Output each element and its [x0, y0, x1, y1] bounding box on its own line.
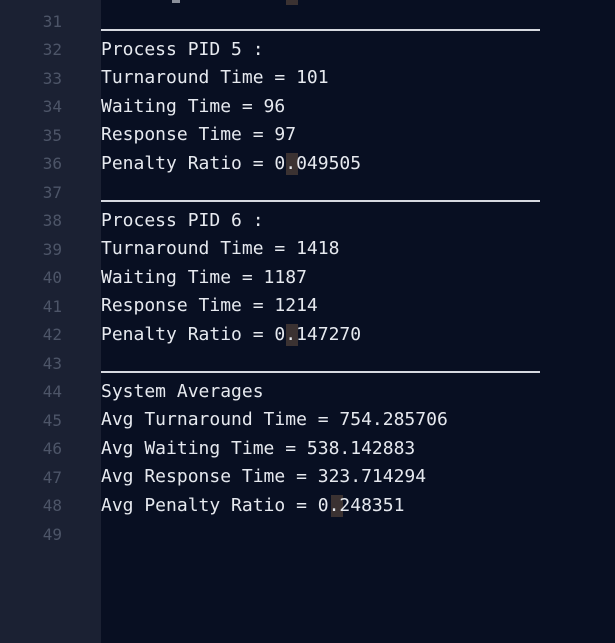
clipped-text-fragment: [172, 0, 180, 3]
separator-line: [101, 29, 540, 31]
code-line-pid6-penalty: Penalty Ratio = 0.147270: [101, 324, 362, 345]
code-line-averages-header: System Averages: [101, 381, 264, 402]
text-editor[interactable]: 31 32 33 34 35 36 37 38 39 40 41 42 43 4…: [0, 0, 615, 643]
line-number: 47: [42, 468, 62, 487]
line-number: 34: [42, 97, 62, 116]
code-line-avg-response: Avg Response Time = 323.714294: [101, 466, 427, 487]
line-number: 45: [42, 411, 62, 430]
line-number: 46: [42, 439, 62, 458]
bracket-match-highlight: [286, 0, 298, 5]
line-number: 39: [42, 240, 62, 259]
line-number: 43: [42, 354, 62, 373]
code-line-pid5-response: Response Time = 97: [101, 124, 297, 145]
code-line-avg-waiting: Avg Waiting Time = 538.142883: [101, 438, 416, 459]
line-number: 31: [42, 12, 62, 31]
line-number: 41: [42, 297, 62, 316]
code-line-pid6-header: Process PID 6 :: [101, 210, 264, 231]
code-line-pid6-turnaround: Turnaround Time = 1418: [101, 238, 340, 259]
line-number: 33: [42, 69, 62, 88]
code-line-avg-turnaround: Avg Turnaround Time = 754.285706: [101, 409, 448, 430]
code-line-pid5-penalty: Penalty Ratio = 0.049505: [101, 153, 362, 174]
code-line-pid6-response: Response Time = 1214: [101, 295, 318, 316]
code-line-pid6-waiting: Waiting Time = 1187: [101, 267, 307, 288]
line-number: 48: [42, 496, 62, 515]
code-line-avg-penalty: Avg Penalty Ratio = 0.248351: [101, 495, 405, 516]
line-number: 44: [42, 382, 62, 401]
separator-line: [101, 371, 540, 373]
line-number: 42: [42, 325, 62, 344]
line-number: 32: [42, 40, 62, 59]
code-line-pid5-turnaround: Turnaround Time = 101: [101, 67, 329, 88]
line-number: 37: [42, 183, 62, 202]
line-number: 38: [42, 211, 62, 230]
line-number: 49: [42, 525, 62, 544]
code-line-pid5-waiting: Waiting Time = 96: [101, 96, 286, 117]
line-number-gutter: 31 32 33 34 35 36 37 38 39 40 41 42 43 4…: [0, 0, 101, 643]
line-number: 40: [42, 268, 62, 287]
code-line-pid5-header: Process PID 5 :: [101, 39, 264, 60]
line-number: 36: [42, 154, 62, 173]
separator-line: [101, 200, 540, 202]
line-number: 35: [42, 126, 62, 145]
